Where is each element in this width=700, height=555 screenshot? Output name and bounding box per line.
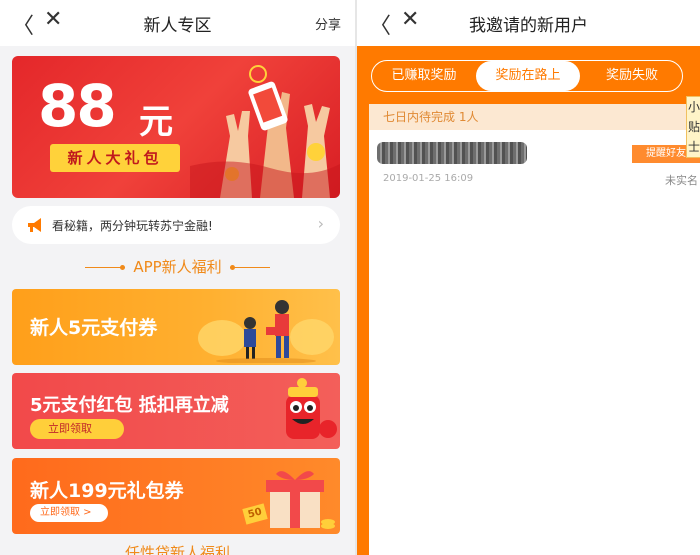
megaphone-icon: [28, 218, 41, 232]
tips-notice-bar[interactable]: 看秘籍，两分钟玩转苏宁金融! ›: [12, 206, 340, 244]
gift-voucher-card[interactable]: 新人199元礼包券 立即领取 > 50: [12, 458, 340, 534]
gift-pack-banner[interactable]: 88 元 新人大礼包: [12, 56, 340, 198]
nav-bar: 〈 ✕ 新人专区 分享: [0, 0, 355, 46]
new-user-zone-screen: 〈 ✕ 新人专区 分享 88 元 新人大礼包 看秘籍，两分钟玩转苏宁金融! › …: [0, 0, 355, 555]
notice-text: 看秘籍，两分钟玩转苏宁金融!: [52, 219, 213, 233]
section-title-app-benefits: APP新人福利: [0, 256, 355, 277]
nav-bar: 〈 ✕ 我邀请的新用户: [357, 0, 700, 46]
card-label: 新人199元礼包券: [30, 480, 184, 502]
hands-illustration: [190, 65, 340, 198]
invited-users-screen: 〈 ✕ 我邀请的新用户 已赚取奖励 奖励在路上 奖励失败 七日内待完成 1人 2…: [357, 0, 700, 555]
status-label: 未实名: [665, 174, 698, 187]
tab-failed[interactable]: 奖励失败: [580, 61, 684, 91]
banner-ribbon: 新人大礼包: [50, 144, 180, 172]
content-background: 已赚取奖励 奖励在路上 奖励失败 七日内待完成 1人 2019-01-25 16…: [357, 46, 700, 555]
list-item: 2019-01-25 16:09 提醒好友 未实名: [369, 130, 700, 194]
red-packet-mascot-illustration: [286, 378, 337, 439]
reward-tabs: 已赚取奖励 奖励在路上 奖励失败: [371, 60, 683, 92]
coupon-card-5yuan[interactable]: 新人5元支付券: [12, 289, 340, 365]
chevron-right-icon: ›: [317, 214, 324, 233]
title-dash-right: [229, 265, 270, 270]
section-title-loan-benefits: 任性贷新人福利: [124, 544, 230, 555]
group-header: 七日内待完成 1人: [369, 104, 700, 130]
claim-now-button[interactable]: 立即领取 >: [30, 504, 108, 522]
tips-tab[interactable]: 小贴士: [686, 96, 700, 158]
gift-box-illustration: [242, 471, 335, 529]
user-name-redacted: [377, 142, 527, 164]
banner-unit: 元: [139, 102, 173, 142]
page-title: 我邀请的新用户: [469, 16, 588, 36]
invited-user-list: 七日内待完成 1人 2019-01-25 16:09 提醒好友 未实名: [369, 104, 700, 555]
title-dash-left: [85, 265, 126, 270]
card-label: 新人5元支付券: [30, 317, 158, 339]
banner-amount: 88: [38, 72, 117, 140]
invite-date: 2019-01-25 16:09: [383, 173, 474, 184]
page-title: 新人专区: [143, 16, 212, 36]
people-illustration: [198, 300, 334, 363]
claim-now-button[interactable]: 立即领取: [30, 419, 124, 439]
tab-pending[interactable]: 奖励在路上: [476, 61, 580, 91]
red-packet-card[interactable]: 5元支付红包 抵扣再立减 立即领取: [12, 373, 340, 449]
share-button[interactable]: 分享: [315, 14, 341, 33]
tab-earned[interactable]: 已赚取奖励: [372, 61, 476, 91]
card-label: 5元支付红包 抵扣再立减: [30, 395, 229, 416]
